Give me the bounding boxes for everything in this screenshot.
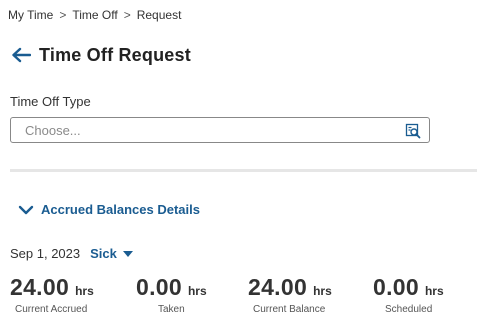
breadcrumb-my-time[interactable]: My Time — [8, 8, 53, 22]
balance-current-accrued: 24.00 hrs Current Accrued — [10, 274, 94, 315]
balance-value: 0.00 — [373, 274, 419, 300]
breadcrumb-separator: > — [59, 8, 67, 22]
balance-type-dropdown[interactable]: Sick — [90, 246, 133, 261]
page-title: Time Off Request — [39, 44, 191, 65]
back-button[interactable] — [10, 44, 32, 66]
breadcrumb: My Time > Time Off > Request — [8, 8, 181, 22]
accrued-balances-toggle[interactable]: Accrued Balances Details — [18, 202, 200, 217]
balance-type-label: Sick — [90, 246, 117, 261]
accrued-balances-label: Accrued Balances Details — [41, 202, 200, 217]
balance-caption: Scheduled — [385, 304, 433, 315]
balance-value: 24.00 — [248, 274, 308, 300]
balance-caption: Taken — [158, 304, 185, 315]
balances-summary: 24.00 hrs Current Accrued 0.00 hrs Taken… — [0, 274, 477, 330]
time-off-type-field[interactable] — [10, 117, 430, 143]
balance-unit: hrs — [313, 284, 332, 298]
section-divider — [10, 169, 477, 172]
balance-caption: Current Accrued — [15, 304, 88, 315]
balance-date: Sep 1, 2023 — [10, 246, 81, 261]
caret-down-icon — [122, 250, 133, 257]
balance-current-balance: 24.00 hrs Current Balance — [248, 274, 332, 315]
breadcrumb-separator: > — [123, 8, 131, 22]
arrow-left-icon — [12, 47, 31, 63]
balance-unit: hrs — [187, 284, 207, 298]
balance-scheduled: 0.00 hrs Scheduled — [373, 274, 444, 315]
balance-caption: Current Balance — [253, 304, 326, 315]
balance-taken: 0.00 hrs Taken — [136, 274, 207, 315]
balance-value: 0.00 — [136, 274, 182, 300]
lookup-icon[interactable] — [405, 123, 421, 139]
title-row: Time Off Request — [10, 44, 191, 66]
chevron-down-icon — [18, 205, 34, 214]
time-off-type-label: Time Off Type — [10, 94, 91, 109]
time-off-type-input[interactable] — [25, 122, 385, 138]
balance-unit: hrs — [75, 284, 94, 298]
balance-unit: hrs — [424, 284, 444, 298]
breadcrumb-request: Request — [136, 8, 182, 22]
balance-value: 24.00 — [10, 274, 70, 300]
breadcrumb-time-off[interactable]: Time Off — [72, 8, 117, 22]
balance-date-row: Sep 1, 2023 Sick — [10, 246, 133, 261]
